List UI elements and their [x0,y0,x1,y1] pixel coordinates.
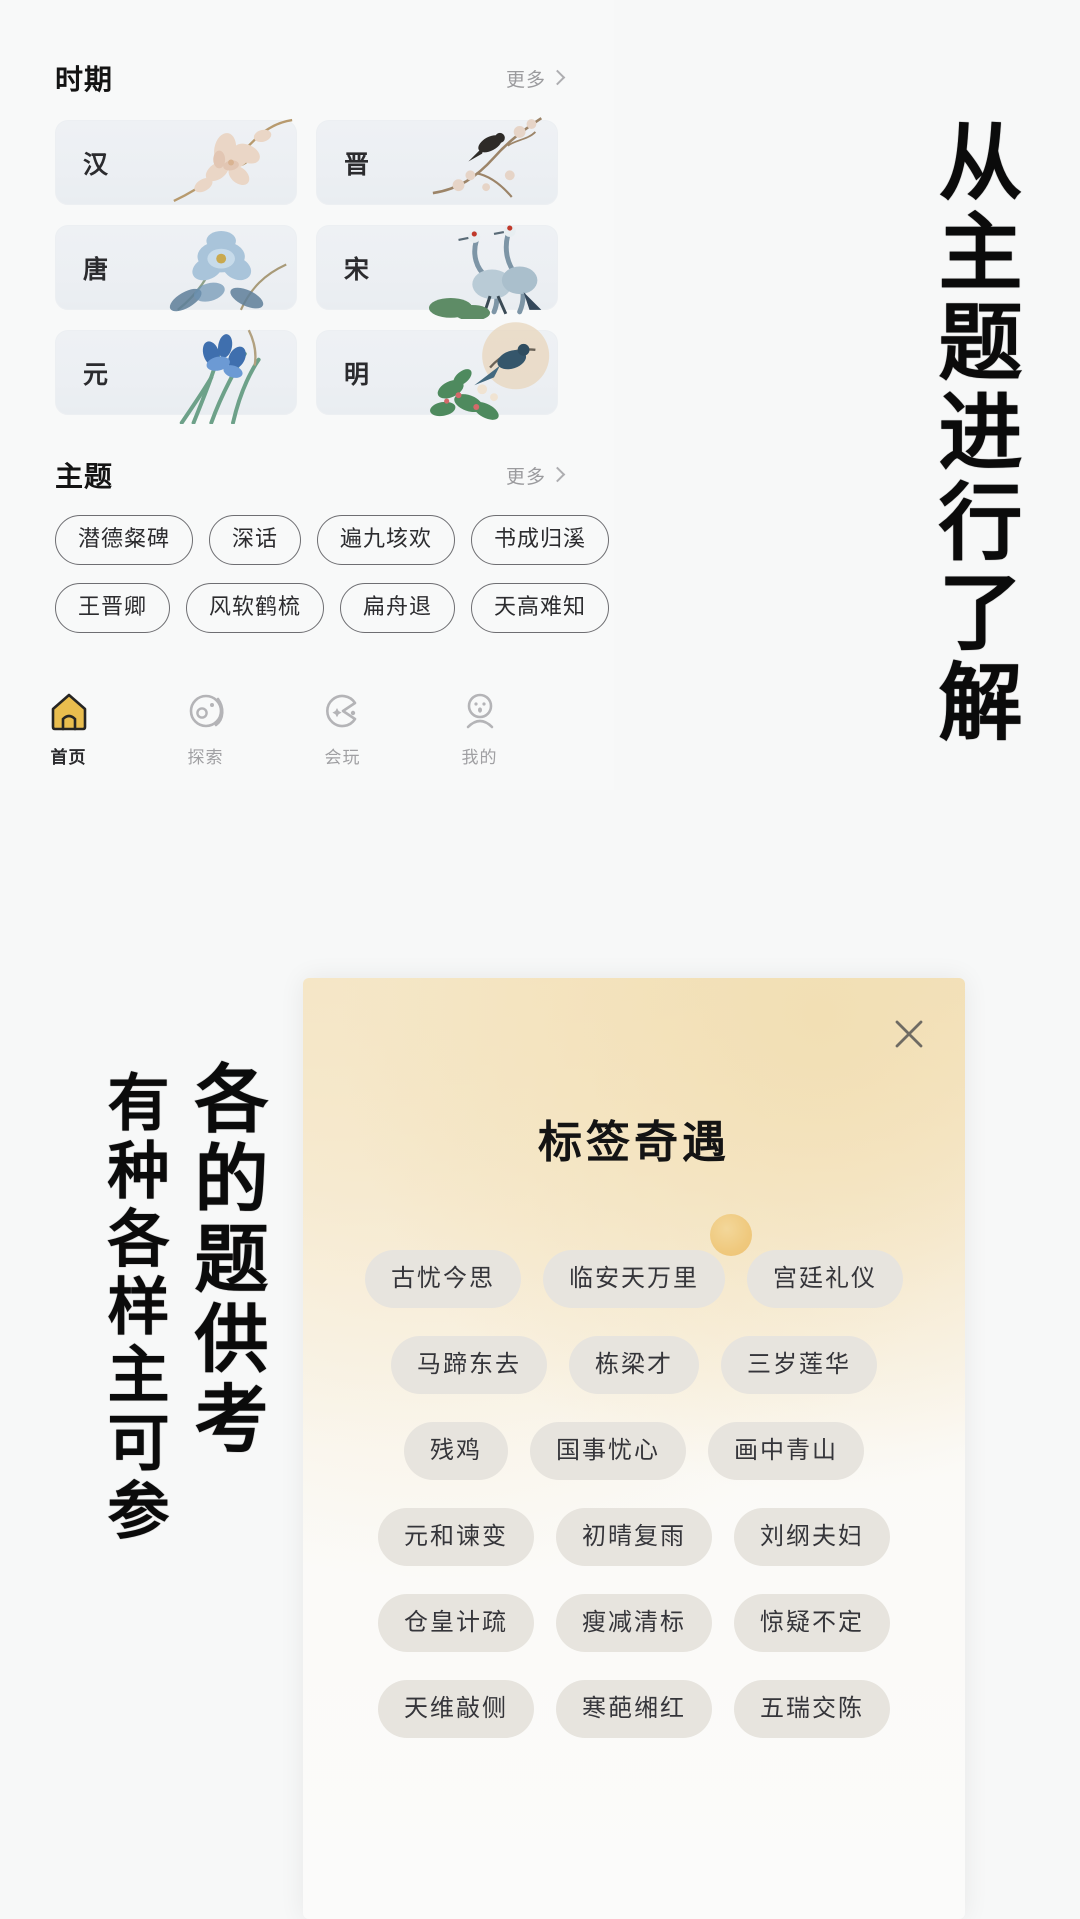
theme-section-title: 主题 [55,461,114,492]
era-card-jin[interactable]: 晋 [316,117,558,205]
theme-more-label: 更多 [505,466,546,488]
modal-tag[interactable]: 刘纲夫妇 [734,1508,890,1566]
theme-section-header: 主题 更多 [55,455,566,495]
close-icon[interactable] [889,1014,929,1054]
theme-pill[interactable]: 遍九垓欢 [317,515,456,565]
era-card-song[interactable]: 宋 [316,225,558,319]
home-icon [51,693,86,731]
modal-tag[interactable]: 惊疑不定 [734,1594,890,1652]
modal-tag[interactable]: 临安天万里 [543,1250,725,1308]
annotation-bottom-outer-vertical: 有种各样主可参 [96,1070,170,1546]
chevron-right-icon [549,466,566,483]
modal-tag[interactable]: 马蹄东去 [391,1336,547,1394]
modal-tag[interactable]: 古忧今思 [365,1250,521,1308]
theme-pill-row: 潜德粲碑 深话 遍九垓欢 书成归溪 [55,515,635,565]
era-section-header: 时期 更多 [55,58,566,98]
modal-title: 标签奇遇 [538,1118,730,1167]
theme-pill[interactable]: 风软鹤梳 [186,583,325,633]
modal-tag[interactable]: 初晴复雨 [556,1508,712,1566]
theme-pill[interactable]: 深话 [209,515,302,565]
era-card-label: 明 [344,360,371,389]
era-card-label: 唐 [83,255,110,284]
theme-pill[interactable]: 书成归溪 [471,515,610,565]
theme-pill[interactable]: 天高难知 [471,583,610,633]
tab-mine[interactable]: 我的 [411,689,548,768]
compass-icon [189,694,224,728]
annotation-bottom-inner-vertical: 各的题供考 [181,1060,268,1460]
modal-tag[interactable]: 瘦减清标 [556,1594,712,1652]
blue-iris-art [164,320,302,424]
theme-pill[interactable]: 王晋卿 [55,583,171,633]
era-card-tang[interactable]: 唐 [55,225,297,312]
modal-tag-grid: 古忧今思 临安天万里 宫廷礼仪 马蹄东去 栋梁才 三岁莲华 残鸡 国事忧心 画中… [303,1250,965,1738]
era-card-han[interactable]: 汉 [55,118,297,205]
era-card-label: 晋 [344,150,371,179]
tab-home[interactable]: 首页 [0,689,137,768]
theme-pill[interactable]: 潜德粲碑 [55,515,194,565]
modal-tag-row: 残鸡 国事忧心 画中青山 [404,1422,864,1480]
era-more-link[interactable]: 更多 [505,65,566,92]
theme-pill[interactable]: 扁舟退 [340,583,456,633]
modal-tag[interactable]: 栋梁才 [569,1336,699,1394]
modal-tag[interactable]: 元和谏变 [378,1508,534,1566]
tab-label: 探索 [187,748,224,767]
modal-tag[interactable]: 寒葩缃红 [556,1680,712,1738]
modal-tag[interactable]: 天维敲侧 [378,1680,534,1738]
theme-more-link[interactable]: 更多 [505,462,566,489]
two-cranes-art [425,215,563,319]
era-section-title: 时期 [55,64,114,95]
modal-tag-row: 仓皇计疏 瘦减清标 惊疑不定 [378,1594,890,1652]
blue-peony-art [164,215,302,319]
theme-pill-list: 潜德粲碑 深话 遍九垓欢 书成归溪 王晋卿 风软鹤梳 扁舟退 天高难知 [55,515,635,651]
modal-tag-row: 天维敲侧 寒葩缃红 五瑞交陈 [378,1680,890,1738]
modal-tag[interactable]: 仓皇计疏 [378,1594,534,1652]
era-card-label: 汉 [83,150,110,179]
tab-label: 会玩 [324,748,361,767]
app-screen: 时期 更多 汉 晋 唐 宋 元 明 主题 更多 潜德粲碑 深话 遍九垓欢 书成归… [0,0,614,790]
era-more-label: 更多 [505,69,546,91]
modal-tag[interactable]: 残鸡 [404,1422,508,1480]
era-card-ming[interactable]: 明 [316,322,558,420]
era-card-label: 元 [83,360,110,389]
pheasant-foliage-art [425,320,563,424]
modal-tag-row: 马蹄东去 栋梁才 三岁莲华 [391,1336,877,1394]
tag-adventure-modal: 标签奇遇 古忧今思 临安天万里 宫廷礼仪 马蹄东去 栋梁才 三岁莲华 残鸡 国事… [303,978,965,1919]
chevron-right-icon [549,69,566,86]
modal-tag-row: 元和谏变 初晴复雨 刘纲夫妇 [378,1508,890,1566]
era-card-yuan[interactable]: 元 [55,329,297,424]
modal-tag[interactable]: 三岁莲华 [721,1336,877,1394]
tab-label: 我的 [461,748,498,767]
bottom-tab-bar: 首页 探索 会玩 我的 [0,675,614,804]
modal-tag[interactable]: 五瑞交陈 [734,1680,890,1738]
modal-tag[interactable]: 宫廷礼仪 [747,1250,903,1308]
modal-tag[interactable]: 画中青山 [708,1422,864,1480]
era-card-label: 宋 [344,255,371,284]
modal-tag[interactable]: 国事忧心 [530,1422,686,1480]
plum-branch-bird-art [425,110,563,214]
title-accent-dot [710,1214,752,1256]
tab-label: 首页 [50,748,87,767]
annotation-right-vertical: 从主题进行了解 [925,118,1024,748]
modal-tag-row: 古忧今思 临安天万里 宫廷礼仪 [365,1250,903,1308]
era-card-grid: 汉 晋 唐 宋 元 明 [55,117,558,424]
tab-explore[interactable]: 探索 [137,689,274,768]
magnolia-blossom-art [164,110,302,214]
theme-pill-row: 王晋卿 风软鹤梳 扁舟退 天高难知 [55,583,635,633]
tab-play[interactable]: 会玩 [274,689,411,768]
person-icon [466,693,493,729]
modal-title-wrap: 标签奇遇 [303,1106,965,1256]
play-moon-icon [325,694,356,728]
